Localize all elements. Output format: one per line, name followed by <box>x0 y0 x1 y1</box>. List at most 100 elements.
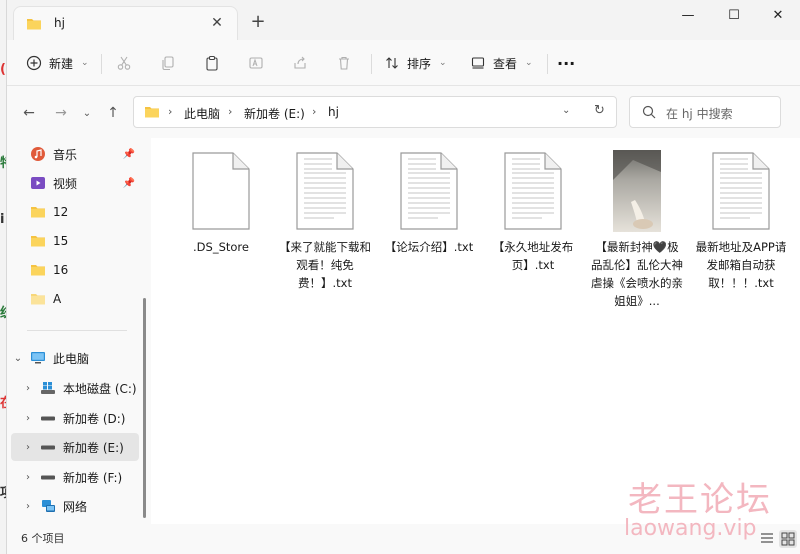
share-button[interactable] <box>291 50 309 76</box>
file-list: .DS_Store 【来了就能下载和观看！纯免费！】.txt 【论坛介绍】.tx… <box>151 138 800 524</box>
sidebar-item-videos[interactable]: 视频 📌 <box>11 169 139 197</box>
file-item[interactable]: 最新地址及APP请发邮箱自动获取！！！.txt <box>691 150 791 292</box>
sidebar-item-this-pc[interactable]: ⌄ 此电脑 <box>11 344 139 372</box>
sidebar-item-a[interactable]: A <box>11 285 139 313</box>
tab-hj[interactable]: hj ✕ <box>13 6 238 40</box>
video-folder-icon <box>29 175 47 191</box>
sidebar-item-drive-e[interactable]: › 新加卷 (E:) <box>11 433 139 461</box>
up-button[interactable]: ↑ <box>103 103 123 123</box>
breadcrumb-this-pc[interactable]: 此电脑 <box>184 105 220 122</box>
text-file-icon <box>493 150 573 232</box>
file-item[interactable]: 【论坛介绍】.txt <box>379 150 479 256</box>
sidebar-item-label: 16 <box>53 263 69 277</box>
sidebar-item-drive-d[interactable]: › 新加卷 (D:) <box>21 404 139 432</box>
address-bar[interactable]: › 此电脑 › 新加卷 (E:) › hj ⌄ ↻ <box>133 96 617 128</box>
file-name: .DS_Store <box>193 240 249 254</box>
folder-icon <box>29 233 47 249</box>
file-item[interactable]: 【最新封神🖤极品乱伦】乱伦大神虐操《会喷水的亲姐姐》... <box>587 150 687 310</box>
divider <box>371 54 372 74</box>
file-name: 最新地址及APP请发邮箱自动获取！！！.txt <box>695 240 787 290</box>
new-label: 新建 <box>49 56 74 71</box>
sort-icon <box>383 54 401 72</box>
minimize-button[interactable]: — <box>665 2 711 28</box>
chevron-right-icon[interactable]: › <box>21 383 35 394</box>
drive-icon <box>39 439 57 455</box>
sidebar-item-label: 网络 <box>63 499 88 514</box>
address-row: ← → ⌄ ↑ › 此电脑 › 新加卷 (E:) › hj ⌄ ↻ 在 hj 中… <box>7 86 800 138</box>
sidebar-item-drive-f[interactable]: › 新加卷 (F:) <box>21 463 139 491</box>
chevron-right-icon[interactable]: › <box>21 413 35 424</box>
windows-drive-icon <box>39 380 57 396</box>
sidebar-item-15[interactable]: 15 <box>11 227 139 255</box>
recent-locations-button[interactable]: ⌄ <box>77 103 97 123</box>
chevron-down-icon: ⌄ <box>439 58 447 68</box>
breadcrumb-hj[interactable]: hj <box>328 105 339 119</box>
text-file-icon <box>285 150 365 232</box>
drive-icon <box>39 469 57 485</box>
folder-icon <box>144 105 160 122</box>
chevron-down-icon[interactable]: ⌄ <box>11 353 25 364</box>
search-placeholder: 在 hj 中搜索 <box>666 107 733 121</box>
sidebar-item-label: 新加卷 (D:) <box>63 411 126 426</box>
sidebar-item-drive-c[interactable]: › 本地磁盘 (C:) <box>21 374 139 402</box>
new-tab-button[interactable]: + <box>247 10 269 32</box>
paste-button[interactable] <box>203 50 221 76</box>
sidebar-item-network[interactable]: › 网络 <box>21 492 139 520</box>
command-bar: 新建 ⌄ 排序 ⌄ 查看 ⌄ ··· <box>7 40 800 86</box>
chevron-right-icon[interactable]: › <box>21 501 35 512</box>
chevron-down-icon[interactable]: ⌄ <box>562 105 570 116</box>
view-label: 查看 <box>493 56 518 71</box>
divider <box>101 54 102 74</box>
copy-button[interactable] <box>159 50 177 76</box>
sidebar-item-label: 新加卷 (E:) <box>63 440 124 455</box>
refresh-icon[interactable]: ↻ <box>594 103 605 118</box>
folder-icon <box>29 291 47 307</box>
view-button[interactable]: 查看 ⌄ <box>469 50 533 76</box>
new-button[interactable]: 新建 ⌄ <box>25 50 89 76</box>
details-view-button[interactable] <box>759 530 777 548</box>
breadcrumb-drive-e[interactable]: 新加卷 (E:) <box>244 105 305 122</box>
close-window-button[interactable]: ✕ <box>755 2 800 28</box>
music-folder-icon <box>29 146 47 162</box>
sidebar-item-music[interactable]: 音乐 📌 <box>11 140 139 168</box>
rename-button[interactable] <box>247 50 265 76</box>
sidebar-item-16[interactable]: 16 <box>11 256 139 284</box>
rename-icon <box>247 54 265 72</box>
search-box[interactable]: 在 hj 中搜索 <box>629 96 781 128</box>
sidebar-item-label: 15 <box>53 234 69 248</box>
text-file-icon <box>389 150 469 232</box>
cut-button[interactable] <box>115 50 133 76</box>
file-item[interactable]: 【永久地址发布页】.txt <box>483 150 583 274</box>
file-explorer-window: hj ✕ + — ☐ ✕ 新建 ⌄ 排序 ⌄ 查看 ⌄ ··· ← → ⌄ ↑ … <box>6 0 800 554</box>
search-icon <box>642 105 656 122</box>
video-thumbnail <box>597 150 677 232</box>
file-name: 【论坛介绍】.txt <box>384 240 474 254</box>
share-icon <box>291 54 309 72</box>
file-item[interactable]: .DS_Store <box>171 150 271 256</box>
sort-button[interactable]: 排序 ⌄ <box>383 50 447 76</box>
sidebar-item-12[interactable]: 12 <box>11 198 139 226</box>
pin-icon[interactable]: 📌 <box>123 149 135 160</box>
chevron-right-icon[interactable]: › <box>21 472 35 483</box>
delete-button[interactable] <box>335 50 353 76</box>
pin-icon[interactable]: 📌 <box>123 178 135 189</box>
chevron-right-icon[interactable]: › <box>21 442 35 453</box>
computer-icon <box>29 350 47 366</box>
plus-circle-icon <box>25 54 43 72</box>
large-icons-view-button[interactable] <box>779 530 797 548</box>
back-button[interactable]: ← <box>19 103 39 123</box>
chevron-right-icon: › <box>312 105 317 118</box>
chevron-down-icon: ⌄ <box>525 58 533 68</box>
close-tab-icon[interactable]: ✕ <box>207 13 227 33</box>
file-item[interactable]: 【来了就能下载和观看！纯免费！】.txt <box>275 150 375 292</box>
copy-icon <box>159 54 177 72</box>
divider <box>27 330 127 331</box>
navigation-pane: 音乐 📌 视频 📌 12 15 16 A ⌄ 此电脑 › 本地磁盘 (C:) ›… <box>7 138 151 524</box>
file-name: 【永久地址发布页】.txt <box>492 240 574 272</box>
sidebar-scrollbar[interactable] <box>143 298 146 518</box>
blank-file-icon <box>181 150 261 232</box>
maximize-button[interactable]: ☐ <box>711 2 757 28</box>
more-button[interactable]: ··· <box>557 50 575 76</box>
forward-button[interactable]: → <box>51 103 71 123</box>
title-bar: hj ✕ + — ☐ ✕ <box>7 0 800 40</box>
